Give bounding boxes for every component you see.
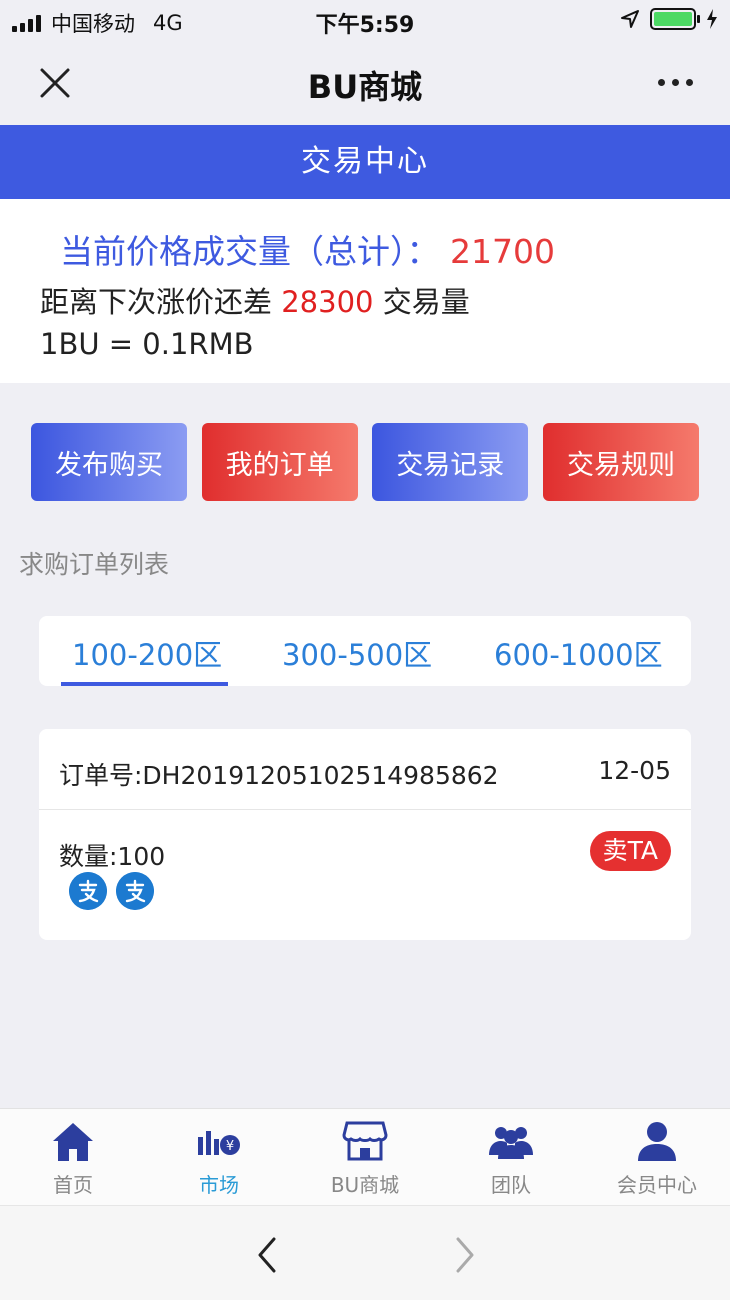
tabbar-item-shop[interactable]: BU商城	[292, 1109, 438, 1206]
section-title: 求购订单列表	[19, 550, 170, 579]
more-dot-icon	[657, 78, 665, 86]
tabbar-label-home: 首页	[53, 1173, 93, 1197]
tabbar-item-team[interactable]: 团队	[438, 1109, 584, 1206]
bottom-tab-bar: 首页 ¥ 市场 BU商城 团队 会员中心	[0, 1108, 730, 1205]
next-price-value: 28300	[281, 285, 374, 319]
tabbar-label-member: 会员中心	[617, 1173, 697, 1197]
tabbar-label-team: 团队	[491, 1173, 531, 1197]
tabbar-item-member[interactable]: 会员中心	[584, 1109, 730, 1206]
tabbar-label-shop: BU商城	[330, 1173, 400, 1197]
range-tabs: 100-200区 300-500区 600-1000区	[39, 616, 691, 686]
alipay-icon	[116, 872, 154, 910]
nav-title: BU商城	[307, 68, 423, 106]
back-arrow-icon[interactable]	[248, 1231, 288, 1279]
more-dot-icon	[671, 78, 679, 86]
team-icon	[489, 1127, 533, 1159]
next-price-prefix: 距离下次涨价还差	[40, 285, 273, 319]
volume-label: 当前价格成交量（总计）：	[60, 232, 440, 271]
trade-records-button[interactable]: 交易记录	[372, 423, 529, 501]
next-price-suffix: 交易量	[382, 285, 470, 319]
more-dot-icon	[685, 78, 693, 86]
trade-rules-button[interactable]: 交易规则	[542, 423, 699, 501]
location-icon	[621, 10, 639, 28]
publish-buy-button[interactable]: 发布购买	[31, 423, 187, 501]
nav-bar: BU商城	[0, 40, 730, 125]
battery-icon	[650, 8, 700, 30]
status-right	[620, 8, 718, 30]
charging-icon	[707, 9, 717, 29]
tabbar-item-home[interactable]: 首页	[0, 1109, 146, 1206]
more-button[interactable]	[650, 62, 700, 102]
browser-toolbar	[0, 1205, 730, 1300]
tabbar-label-market: 市场	[199, 1173, 239, 1197]
page-banner: 交易中心	[0, 125, 730, 199]
card-divider	[39, 809, 691, 810]
volume-value: 21700	[450, 232, 555, 271]
tab-100-200[interactable]: 100-200区	[72, 632, 222, 674]
alipay-icon	[69, 872, 107, 910]
tab-300-500[interactable]: 300-500区	[282, 632, 432, 674]
market-chart-icon: ¥	[198, 1131, 240, 1155]
order-number: 订单号:DH20191205102514985862	[59, 761, 499, 790]
next-price-line: 距离下次涨价还差 28300 交易量	[40, 279, 470, 321]
sell-button[interactable]: 卖TA	[589, 831, 671, 871]
forward-arrow-icon[interactable]	[444, 1231, 484, 1279]
volume-line: 当前价格成交量（总计）： 21700	[60, 225, 555, 273]
active-tab-indicator	[61, 682, 228, 686]
home-icon	[53, 1123, 93, 1161]
my-orders-button[interactable]: 我的订单	[201, 423, 358, 501]
status-bar: 中国移动 4G 下午5:59	[0, 0, 730, 40]
tabbar-item-market[interactable]: ¥ 市场	[146, 1109, 292, 1206]
order-quantity: 数量:100	[59, 842, 166, 871]
action-buttons: 发布购买 我的订单 交易记录 交易规则	[31, 423, 699, 501]
tab-600-1000[interactable]: 600-1000区	[494, 632, 663, 674]
shop-icon	[342, 1121, 388, 1161]
order-date: 12-05	[598, 756, 671, 785]
order-card: 订单号:DH20191205102514985862 12-05 数量:100 …	[39, 729, 691, 940]
svg-text:¥: ¥	[226, 1139, 234, 1154]
user-icon	[638, 1122, 676, 1161]
exchange-rate: 1BU = 0.1RMB	[40, 327, 254, 361]
price-info-panel: 当前价格成交量（总计）： 21700 距离下次涨价还差 28300 交易量 1B…	[0, 199, 730, 383]
